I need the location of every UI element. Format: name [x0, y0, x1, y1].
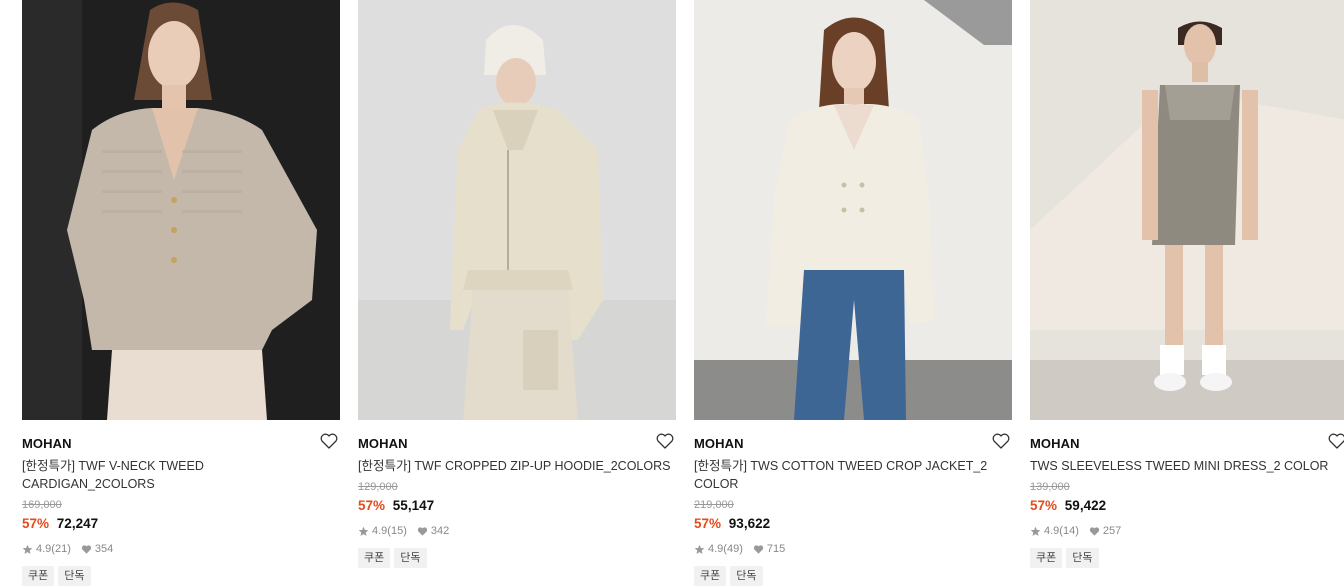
price-row: 57% 55,147: [358, 498, 676, 514]
product-meta: 4.9 (14) 257: [1030, 524, 1344, 538]
heart-filled-icon: [417, 526, 428, 536]
product-name[interactable]: [한정특가] TWF CROPPED ZIP-UP HOODIE_2COLORS: [358, 457, 676, 475]
like-count: 257: [1102, 525, 1122, 537]
discount-rate: 57%: [1030, 498, 1058, 513]
like-count: 342: [430, 525, 450, 537]
product-meta: 4.9 (49) 715: [694, 542, 1012, 556]
product-image[interactable]: [694, 0, 1012, 420]
original-price: 219,000: [694, 499, 734, 511]
exclusive-tag: 단독: [394, 548, 427, 568]
rating: 4.9: [1044, 525, 1060, 537]
review-count: (21): [51, 543, 71, 555]
discount-rate: 57%: [694, 516, 722, 531]
like-count: 354: [94, 543, 114, 555]
tag-list: 쿠폰 단독: [1030, 548, 1344, 568]
original-price: 139,000: [1030, 481, 1070, 493]
tag-list: 쿠폰 단독: [694, 566, 1012, 586]
like-count: 715: [766, 543, 786, 555]
heart-filled-icon: [1089, 526, 1100, 536]
product-grid: MOHAN [한정특가] TWF V-NECK TWEED CARDIGAN_2…: [22, 0, 1344, 586]
coupon-tag: 쿠폰: [358, 548, 391, 568]
brand-name[interactable]: MOHAN: [694, 435, 744, 453]
rating: 4.9: [372, 525, 388, 537]
coupon-tag: 쿠폰: [1030, 548, 1063, 568]
heart-filled-icon: [753, 544, 764, 554]
tag-list: 쿠폰 단독: [358, 548, 676, 568]
heart-filled-icon: [81, 544, 92, 554]
sale-price: 93,622: [728, 516, 771, 531]
product-meta: 4.9 (15) 342: [358, 524, 676, 538]
price-row: 57% 93,622: [694, 516, 1012, 532]
tag-list: 쿠폰 단독: [22, 566, 340, 586]
review-count: (15): [387, 525, 407, 537]
product-name[interactable]: [한정특가] TWS COTTON TWEED CROP JACKET_2 CO…: [694, 457, 1012, 493]
brand-name[interactable]: MOHAN: [1030, 435, 1080, 453]
coupon-tag: 쿠폰: [694, 566, 727, 586]
rating: 4.9: [36, 543, 52, 555]
review-count: (14): [1059, 525, 1079, 537]
price-row: 57% 59,422: [1030, 498, 1344, 514]
product-name[interactable]: [한정특가] TWF V-NECK TWEED CARDIGAN_2COLORS: [22, 457, 340, 493]
wishlist-heart-icon[interactable]: [320, 433, 340, 451]
star-icon: [1030, 526, 1041, 536]
product-card[interactable]: MOHAN [한정특가] TWS COTTON TWEED CROP JACKE…: [694, 0, 1012, 586]
product-card[interactable]: MOHAN [한정특가] TWF CROPPED ZIP-UP HOODIE_2…: [358, 0, 676, 568]
star-icon: [358, 526, 369, 536]
brand-name[interactable]: MOHAN: [358, 435, 408, 453]
star-icon: [694, 544, 705, 554]
price-row: 57% 72,247: [22, 516, 340, 532]
sale-price: 72,247: [56, 516, 99, 531]
product-card[interactable]: MOHAN TWS SLEEVELESS TWEED MINI DRESS_2 …: [1030, 0, 1344, 568]
product-image[interactable]: [1030, 0, 1344, 420]
original-price: 169,000: [22, 499, 62, 511]
product-card[interactable]: MOHAN [한정특가] TWF V-NECK TWEED CARDIGAN_2…: [22, 0, 340, 586]
exclusive-tag: 단독: [1066, 548, 1099, 568]
discount-rate: 57%: [22, 516, 50, 531]
wishlist-heart-icon[interactable]: [1328, 433, 1344, 451]
review-count: (49): [723, 543, 743, 555]
product-meta: 4.9 (21) 354: [22, 542, 340, 556]
product-image[interactable]: [358, 0, 676, 420]
coupon-tag: 쿠폰: [22, 566, 55, 586]
rating: 4.9: [708, 543, 724, 555]
exclusive-tag: 단독: [730, 566, 763, 586]
discount-rate: 57%: [358, 498, 386, 513]
brand-name[interactable]: MOHAN: [22, 435, 72, 453]
star-icon: [22, 544, 33, 554]
sale-price: 55,147: [392, 498, 435, 513]
exclusive-tag: 단독: [58, 566, 91, 586]
product-image[interactable]: [22, 0, 340, 420]
sale-price: 59,422: [1064, 498, 1107, 513]
wishlist-heart-icon[interactable]: [992, 433, 1012, 451]
wishlist-heart-icon[interactable]: [656, 433, 676, 451]
product-name[interactable]: TWS SLEEVELESS TWEED MINI DRESS_2 COLOR: [1030, 457, 1344, 475]
original-price: 129,000: [358, 481, 398, 493]
